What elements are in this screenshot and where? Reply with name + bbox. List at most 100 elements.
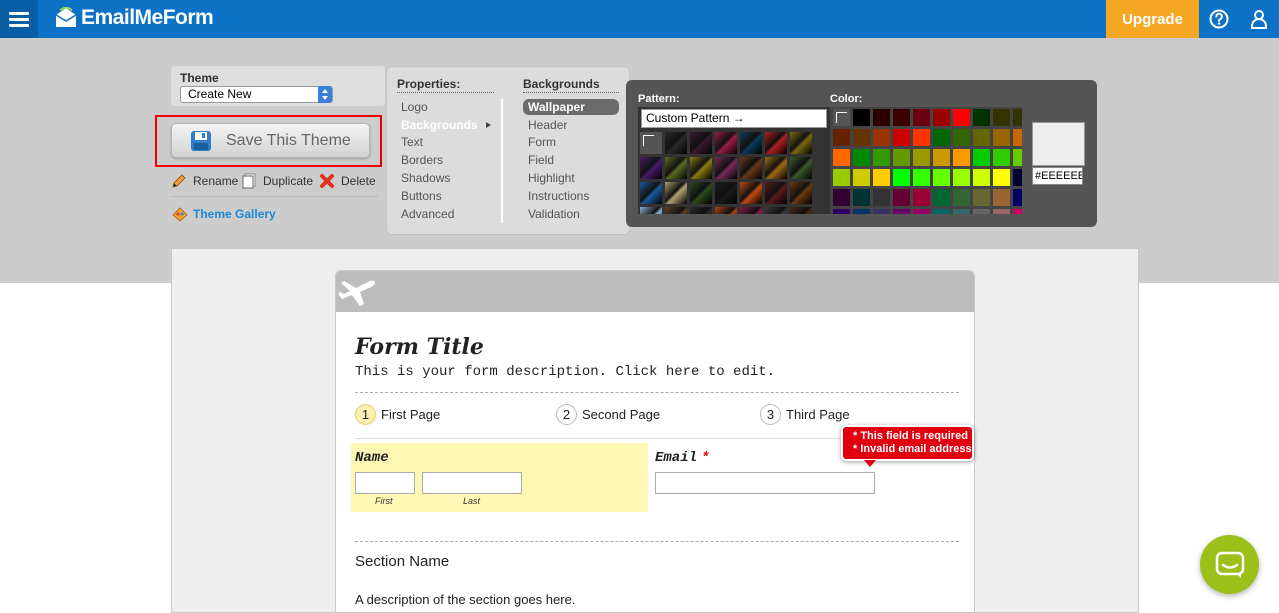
color-swatch[interactable] — [833, 189, 850, 206]
pattern-swatch[interactable] — [690, 182, 712, 204]
pattern-swatch[interactable] — [715, 182, 737, 204]
color-swatch[interactable] — [973, 129, 990, 146]
prop-shadows[interactable]: Shadows — [401, 171, 450, 185]
color-swatch[interactable] — [993, 129, 1010, 146]
prop-text[interactable]: Text — [401, 135, 423, 149]
pattern-swatch[interactable] — [690, 157, 712, 179]
theme-gallery-link[interactable]: Theme Gallery — [172, 206, 276, 222]
bg-validation[interactable]: Validation — [528, 207, 580, 221]
bg-instructions[interactable]: Instructions — [528, 189, 589, 203]
pattern-swatch[interactable] — [665, 207, 687, 214]
pattern-swatch[interactable] — [665, 132, 687, 154]
color-swatch[interactable] — [993, 189, 1010, 206]
form-title[interactable]: Form Title — [355, 334, 484, 360]
section-description[interactable]: A description of the section goes here. — [355, 592, 575, 607]
pattern-swatch[interactable] — [765, 182, 787, 204]
color-swatch[interactable] — [1013, 209, 1022, 214]
duplicate-action[interactable]: Duplicate — [241, 173, 313, 189]
no-pattern-swatch[interactable] — [640, 132, 662, 154]
color-swatch[interactable] — [953, 169, 970, 186]
color-swatch[interactable] — [873, 129, 890, 146]
color-swatch[interactable] — [933, 109, 950, 126]
color-swatch[interactable] — [973, 189, 990, 206]
bg-highlight[interactable]: Highlight — [528, 171, 575, 185]
color-swatch[interactable] — [973, 149, 990, 166]
delete-action[interactable]: Delete — [319, 173, 376, 189]
color-swatch[interactable] — [953, 189, 970, 206]
bg-form[interactable]: Form — [528, 135, 556, 149]
bg-wallpaper[interactable]: Wallpaper — [528, 100, 585, 114]
theme-select[interactable]: Create New — [180, 86, 333, 103]
bg-header[interactable]: Header — [528, 118, 567, 132]
email-input[interactable] — [655, 472, 875, 494]
color-swatch[interactable] — [893, 149, 910, 166]
color-swatch[interactable] — [973, 209, 990, 214]
upgrade-button[interactable]: Upgrade — [1106, 0, 1199, 38]
prop-advanced[interactable]: Advanced — [401, 207, 454, 221]
color-swatch[interactable] — [893, 209, 910, 214]
color-swatch[interactable] — [913, 129, 930, 146]
pattern-swatch[interactable] — [740, 157, 762, 179]
color-swatch[interactable] — [973, 169, 990, 186]
color-swatch[interactable] — [893, 109, 910, 126]
color-swatch[interactable] — [833, 149, 850, 166]
menu-button[interactable] — [0, 0, 38, 38]
prop-backgrounds[interactable]: Backgrounds — [401, 118, 478, 132]
pattern-swatch[interactable] — [715, 132, 737, 154]
pattern-swatch[interactable] — [665, 182, 687, 204]
color-swatch[interactable] — [893, 189, 910, 206]
color-swatch[interactable] — [873, 109, 890, 126]
pattern-swatch[interactable] — [790, 157, 812, 179]
color-swatch[interactable] — [953, 149, 970, 166]
color-swatch[interactable] — [873, 169, 890, 186]
color-swatch[interactable] — [1013, 149, 1022, 166]
pattern-swatch[interactable] — [740, 182, 762, 204]
color-swatch[interactable] — [913, 149, 930, 166]
pattern-swatch[interactable] — [740, 207, 762, 214]
section-name[interactable]: Section Name — [355, 553, 449, 570]
pattern-swatch[interactable] — [765, 207, 787, 214]
color-swatch[interactable] — [893, 169, 910, 186]
color-swatch[interactable] — [993, 169, 1010, 186]
pattern-swatch[interactable] — [715, 157, 737, 179]
color-swatch[interactable] — [993, 149, 1010, 166]
pattern-swatch[interactable] — [690, 132, 712, 154]
color-swatch[interactable] — [1013, 129, 1022, 146]
color-swatch[interactable] — [953, 209, 970, 214]
color-swatch[interactable] — [933, 169, 950, 186]
color-swatch[interactable] — [1013, 109, 1022, 126]
color-swatch[interactable] — [933, 129, 950, 146]
color-swatch[interactable] — [913, 109, 930, 126]
color-swatch[interactable] — [1013, 169, 1022, 186]
pattern-swatch[interactable] — [715, 207, 737, 214]
pattern-swatch[interactable] — [665, 157, 687, 179]
color-swatch[interactable] — [893, 129, 910, 146]
pattern-swatch[interactable] — [790, 182, 812, 204]
color-swatch[interactable] — [1013, 189, 1022, 206]
prop-logo[interactable]: Logo — [401, 100, 428, 114]
no-color-swatch[interactable] — [833, 109, 850, 126]
pattern-swatch[interactable] — [765, 157, 787, 179]
prop-borders[interactable]: Borders — [401, 153, 443, 167]
custom-pattern-button[interactable]: Custom Pattern → — [641, 109, 827, 128]
pattern-swatch[interactable] — [765, 132, 787, 154]
pattern-swatch[interactable] — [640, 182, 662, 204]
color-swatch[interactable] — [933, 149, 950, 166]
help-icon[interactable] — [1209, 9, 1229, 29]
color-swatch[interactable] — [853, 109, 870, 126]
color-swatch[interactable] — [853, 189, 870, 206]
color-swatch[interactable] — [913, 169, 930, 186]
color-swatch[interactable] — [833, 209, 850, 214]
page-tab-1[interactable]: 1 First Page — [355, 404, 440, 425]
color-swatch[interactable] — [953, 109, 970, 126]
color-swatch[interactable] — [953, 129, 970, 146]
color-swatch[interactable] — [913, 189, 930, 206]
color-swatch[interactable] — [973, 109, 990, 126]
color-swatch[interactable] — [873, 189, 890, 206]
color-swatch[interactable] — [833, 169, 850, 186]
pattern-swatch[interactable] — [790, 132, 812, 154]
color-swatch[interactable] — [853, 209, 870, 214]
color-swatch[interactable] — [853, 149, 870, 166]
color-swatch[interactable] — [853, 129, 870, 146]
user-icon[interactable] — [1249, 9, 1269, 29]
